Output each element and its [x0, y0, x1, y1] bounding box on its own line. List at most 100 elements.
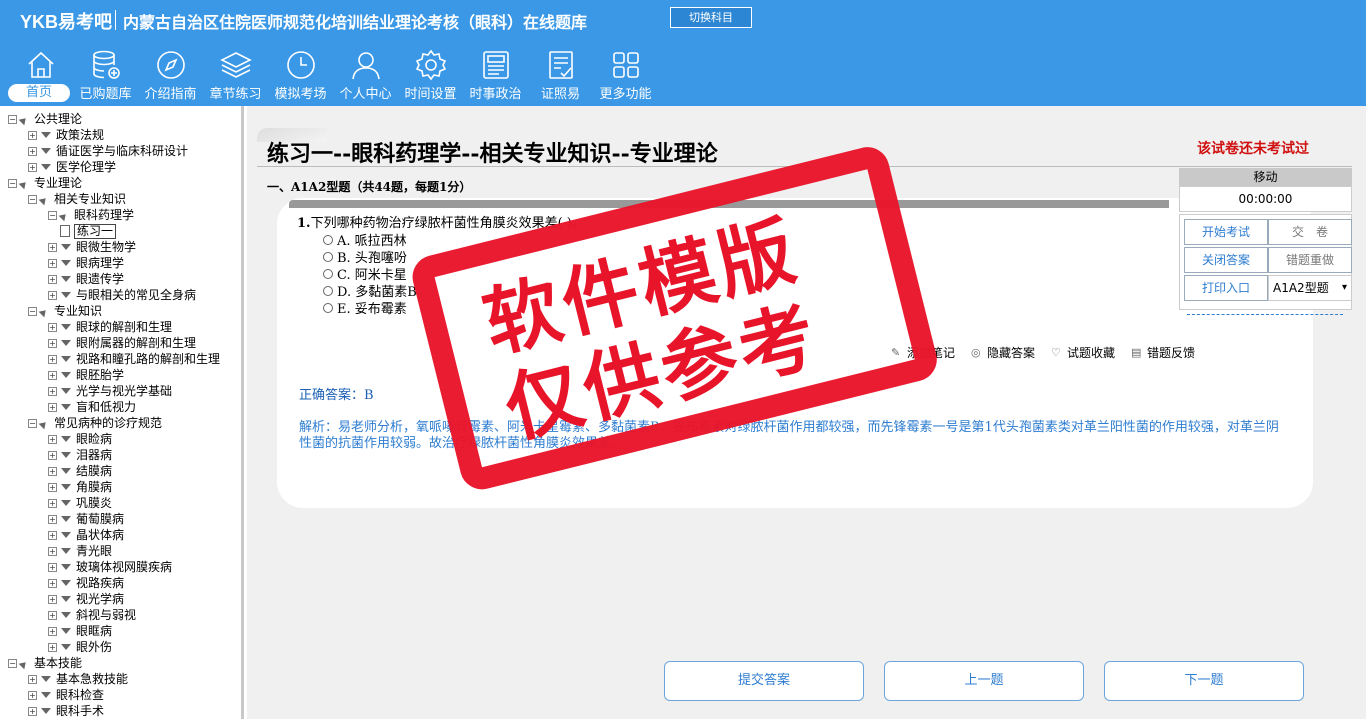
hide-answer-button[interactable]: ◎ 隐藏答案: [971, 344, 1035, 361]
nav-purchased[interactable]: 已购题库: [73, 46, 138, 104]
expand-icon[interactable]: +: [48, 274, 57, 284]
option-e[interactable]: E. 妥布霉素: [323, 298, 407, 317]
collapse-icon[interactable]: −: [28, 418, 37, 428]
tree-node[interactable]: + 眼遗传学: [8, 271, 220, 287]
expand-icon[interactable]: +: [48, 354, 57, 364]
expand-icon[interactable]: +: [28, 162, 37, 172]
tree-node[interactable]: + 基本急救技能: [8, 671, 220, 687]
tree-node[interactable]: + 晶状体病: [8, 527, 220, 543]
tree-node[interactable]: + 视路疾病: [8, 575, 220, 591]
tree-node[interactable]: + 医学伦理学: [8, 159, 220, 175]
tree-node[interactable]: + 政策法规: [8, 127, 220, 143]
tree-node[interactable]: − 公共理论: [8, 111, 220, 127]
expand-icon[interactable]: +: [48, 514, 57, 524]
nav-chapter-practice[interactable]: 章节练习: [203, 46, 268, 104]
expand-icon[interactable]: +: [48, 498, 57, 508]
expand-icon[interactable]: +: [48, 258, 57, 268]
expand-icon[interactable]: +: [48, 290, 57, 300]
tree-node[interactable]: + 盲和低视力: [8, 399, 220, 415]
print-button[interactable]: 打印入口: [1184, 275, 1268, 301]
tree-node[interactable]: + 眼眶病: [8, 623, 220, 639]
tree-node[interactable]: + 眼睑病: [8, 431, 220, 447]
nav-certificate[interactable]: 证照易: [528, 46, 593, 104]
expand-icon[interactable]: +: [48, 546, 57, 556]
submit-answer-button[interactable]: 提交答案: [664, 661, 864, 701]
feedback-button[interactable]: ▤ 错题反馈: [1131, 344, 1195, 361]
expand-icon[interactable]: +: [48, 578, 57, 588]
collapse-icon[interactable]: −: [48, 210, 57, 220]
nav-guide[interactable]: 介绍指南: [138, 46, 203, 104]
expand-icon[interactable]: +: [48, 594, 57, 604]
collapse-icon[interactable]: −: [8, 178, 17, 188]
radio-button[interactable]: [323, 285, 333, 296]
expand-icon[interactable]: +: [48, 386, 57, 396]
expand-icon[interactable]: +: [48, 450, 57, 460]
collapse-icon[interactable]: −: [28, 306, 37, 316]
tree-node[interactable]: + 角膜病: [8, 479, 220, 495]
tree-node[interactable]: + 眼科手术: [8, 703, 220, 719]
next-question-button[interactable]: 下一题: [1104, 661, 1304, 701]
favorite-button[interactable]: ♡ 试题收藏: [1051, 344, 1115, 361]
tree-node[interactable]: + 青光眼: [8, 543, 220, 559]
tree-node[interactable]: + 眼附属器的解剖和生理: [8, 335, 220, 351]
switch-subject-button[interactable]: 切换科目: [670, 7, 752, 28]
tree-node[interactable]: + 斜视与弱视: [8, 607, 220, 623]
tree-node[interactable]: + 玻璃体视网膜疾病: [8, 559, 220, 575]
tree-node[interactable]: + 光学与视光学基础: [8, 383, 220, 399]
expand-icon[interactable]: +: [48, 482, 57, 492]
close-answer-button[interactable]: 关闭答案: [1184, 247, 1268, 273]
expand-icon[interactable]: +: [48, 242, 57, 252]
tree-node[interactable]: − 专业知识: [8, 303, 220, 319]
tree-leaf-item[interactable]: 练习一: [8, 223, 220, 239]
prev-question-button[interactable]: 上一题: [884, 661, 1084, 701]
expand-icon[interactable]: +: [28, 706, 37, 716]
nav-more[interactable]: 更多功能: [593, 46, 658, 104]
add-note-button[interactable]: ✎ 添加笔记: [891, 344, 955, 361]
question-type-select[interactable]: A1A2型题: [1268, 275, 1352, 301]
expand-icon[interactable]: +: [48, 322, 57, 332]
expand-icon[interactable]: +: [48, 610, 57, 620]
radio-button[interactable]: [323, 268, 333, 279]
tree-node[interactable]: + 葡萄膜病: [8, 511, 220, 527]
expand-icon[interactable]: +: [48, 562, 57, 572]
tree-node[interactable]: + 视光学病: [8, 591, 220, 607]
tree-node[interactable]: + 眼球的解剖和生理: [8, 319, 220, 335]
nav-home[interactable]: 首页: [8, 46, 73, 104]
tree-node[interactable]: − 基本技能: [8, 655, 220, 671]
expand-icon[interactable]: +: [28, 690, 37, 700]
collapse-icon[interactable]: −: [28, 194, 37, 204]
nav-current-affairs[interactable]: 时事政治: [463, 46, 528, 104]
expand-icon[interactable]: +: [48, 434, 57, 444]
tree-node[interactable]: + 视路和瞳孔路的解剖和生理: [8, 351, 220, 367]
tree-node[interactable]: − 相关专业知识: [8, 191, 220, 207]
tree-node[interactable]: − 眼科药理学: [8, 207, 220, 223]
tree-node[interactable]: − 专业理论: [8, 175, 220, 191]
tree-node[interactable]: + 结膜病: [8, 463, 220, 479]
tree-node[interactable]: + 循证医学与临床科研设计: [8, 143, 220, 159]
radio-button[interactable]: [323, 251, 333, 262]
collapse-icon[interactable]: −: [8, 658, 17, 668]
tree-node[interactable]: + 眼胚胎学: [8, 367, 220, 383]
expand-icon[interactable]: +: [48, 402, 57, 412]
expand-icon[interactable]: +: [48, 642, 57, 652]
nav-mock-exam[interactable]: 模拟考场: [268, 46, 333, 104]
radio-button[interactable]: [323, 302, 333, 313]
collapse-icon[interactable]: −: [8, 114, 17, 124]
submit-paper-button[interactable]: 交 卷: [1268, 219, 1352, 245]
tree-node[interactable]: + 眼微生物学: [8, 239, 220, 255]
expand-icon[interactable]: +: [28, 674, 37, 684]
tree-node[interactable]: − 常见病种的诊疗规范: [8, 415, 220, 431]
redo-wrong-button[interactable]: 错题重做: [1268, 247, 1352, 273]
tree-node[interactable]: + 眼病理学: [8, 255, 220, 271]
expand-icon[interactable]: +: [48, 466, 57, 476]
nav-time-settings[interactable]: 时间设置: [398, 46, 463, 104]
start-exam-button[interactable]: 开始考试: [1184, 219, 1268, 245]
tree-node[interactable]: + 眼外伤: [8, 639, 220, 655]
expand-icon[interactable]: +: [48, 530, 57, 540]
tree-node[interactable]: + 巩膜炎: [8, 495, 220, 511]
tree-node[interactable]: + 眼科检查: [8, 687, 220, 703]
tree-node[interactable]: + 与眼相关的常见全身病: [8, 287, 220, 303]
expand-icon[interactable]: +: [28, 146, 37, 156]
nav-personal[interactable]: 个人中心: [333, 46, 398, 104]
panel-move-handle[interactable]: 移动: [1179, 168, 1352, 186]
